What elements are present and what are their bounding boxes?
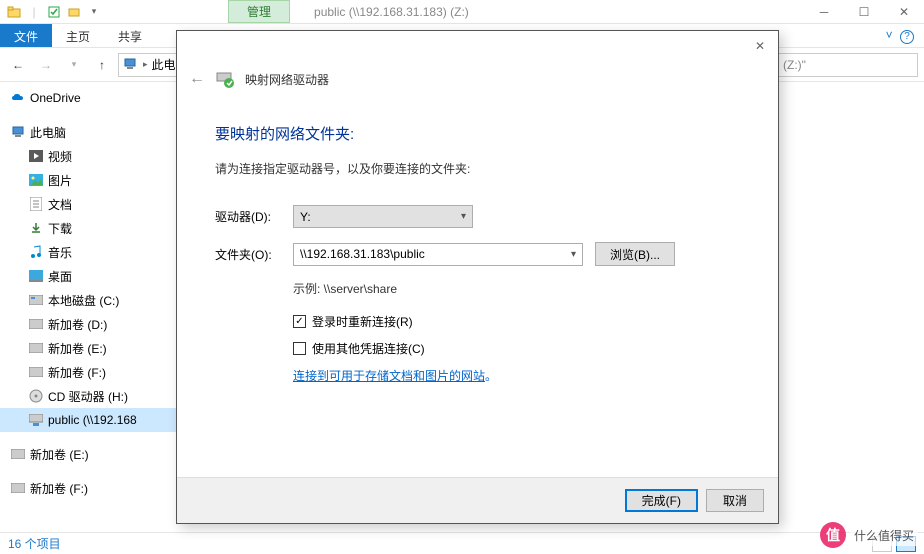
status-item-count: 16 个项目 [8,535,61,552]
search-placeholder-text: (Z:)" [783,58,806,72]
watermark: 值 什么值得买 [820,522,918,548]
quick-access-toolbar: | ▾ [0,4,108,20]
ribbon-expand-button[interactable]: ˅ ? [876,24,924,47]
watermark-badge-icon: 值 [820,522,846,548]
map-network-drive-dialog: ✕ ← 映射网络驱动器 要映射的网络文件夹: 请为连接指定驱动器号，以及你要连接… [176,30,779,524]
tree-documents[interactable]: 文档 [0,192,176,216]
nav-back-button[interactable]: ← [6,53,30,77]
tab-home[interactable]: 主页 [52,24,104,47]
divider-icon: | [26,4,42,20]
dialog-footer: 完成(F) 取消 [177,477,778,523]
network-drive-icon [215,69,235,89]
dialog-header: ← 映射网络驱动器 [177,61,778,97]
network-drive-icon [28,412,44,428]
dialog-close-button[interactable]: ✕ [748,34,772,58]
tree-vol-d[interactable]: 新加卷 (D:) [0,312,176,336]
chevron-down-icon: ▾ [571,249,576,260]
pictures-icon [28,172,44,188]
checkbox-icon[interactable] [46,4,62,20]
disk-icon [28,316,44,332]
search-input[interactable]: (Z:)" [778,53,918,77]
watermark-text: 什么值得买 [850,525,918,546]
tree-desktop[interactable]: 桌面 [0,264,176,288]
nav-history-dropdown[interactable]: ▾ [62,53,86,77]
disk-icon [28,292,44,308]
example-text: 示例: \\server\share [293,280,740,297]
folder-input[interactable]: \\192.168.31.183\public ▾ [293,243,583,266]
minimize-button[interactable]: ─ [804,0,844,24]
tree-localdisk-c[interactable]: 本地磁盘 (C:) [0,288,176,312]
dialog-title: 映射网络驱动器 [245,71,329,88]
tree-videos[interactable]: 视频 [0,144,176,168]
folder-row: 文件夹(O): \\192.168.31.183\public ▾ 浏览(B).… [215,242,740,266]
dialog-back-button[interactable]: ← [189,70,205,88]
disk-icon [10,446,26,462]
breadcrumb-text: 此电 [152,56,176,73]
drive-row: 驱动器(D): Y: ▾ [215,205,740,228]
tree-downloads[interactable]: 下载 [0,216,176,240]
credentials-checkbox-row[interactable]: 使用其他凭据连接(C) [293,340,740,357]
credentials-label: 使用其他凭据连接(C) [312,340,425,357]
nav-forward-button[interactable]: → [34,53,58,77]
cancel-button[interactable]: 取消 [706,489,764,512]
tree-vol-f[interactable]: 新加卷 (F:) [0,360,176,384]
cdrom-icon [28,388,44,404]
maximize-button[interactable]: ☐ [844,0,884,24]
video-icon [28,148,44,164]
tree-vol-e-root[interactable]: 新加卷 (E:) [0,442,176,466]
tree-cdrom[interactable]: CD 驱动器 (H:) [0,384,176,408]
website-link[interactable]: 连接到可用于存储文档和图片的网站 [293,369,485,383]
titlebar: | ▾ 管理 public (\\192.168.31.183) (Z:) ─ … [0,0,924,24]
reconnect-checkbox-row[interactable]: ✓ 登录时重新连接(R) [293,313,740,330]
chevron-down-icon: ▾ [461,211,466,222]
dialog-heading: 要映射的网络文件夹: [215,123,740,144]
dialog-instruction: 请为连接指定驱动器号，以及你要连接的文件夹: [215,160,740,177]
dialog-titlebar: ✕ [177,31,778,61]
folder-label: 文件夹(O): [215,246,293,263]
cloud-icon [10,90,26,106]
help-icon[interactable]: ? [900,30,914,44]
folder-small-icon[interactable] [66,4,82,20]
tree-vol-f-root[interactable]: 新加卷 (F:) [0,476,176,500]
documents-icon [28,196,44,212]
finish-button[interactable]: 完成(F) [625,489,698,512]
browse-button[interactable]: 浏览(B)... [595,242,675,266]
window-controls: ─ ☐ ✕ [804,0,924,24]
website-link-row: 连接到可用于存储文档和图片的网站。 [293,367,740,384]
computer-icon [10,124,26,140]
statusbar: 16 个项目 [0,532,924,554]
checkbox-checked-icon[interactable]: ✓ [293,315,306,328]
tree-music[interactable]: 音乐 [0,240,176,264]
tab-share[interactable]: 共享 [104,24,156,47]
tree-pictures[interactable]: 图片 [0,168,176,192]
folder-icon [6,4,22,20]
reconnect-label: 登录时重新连接(R) [312,313,413,330]
music-icon [28,244,44,260]
tree-vol-e[interactable]: 新加卷 (E:) [0,336,176,360]
management-tab[interactable]: 管理 [228,0,290,23]
tree-thispc[interactable]: 此电脑 [0,120,176,144]
tree-onedrive[interactable]: OneDrive [0,86,176,110]
desktop-icon [28,268,44,284]
dialog-body: 要映射的网络文件夹: 请为连接指定驱动器号，以及你要连接的文件夹: 驱动器(D)… [177,97,778,384]
nav-tree: OneDrive 此电脑 视频 图片 文档 下载 音乐 桌面 本地磁盘 (C:)… [0,82,176,530]
downloads-icon [28,220,44,236]
disk-icon [28,340,44,356]
window-title: public (\\192.168.31.183) (Z:) [314,5,469,19]
computer-icon [123,57,139,73]
disk-icon [28,364,44,380]
disk-icon [10,480,26,496]
drive-label: 驱动器(D): [215,208,293,225]
tree-public-z[interactable]: public (\\192.168 [0,408,176,432]
checkbox-unchecked-icon[interactable] [293,342,306,355]
nav-up-button[interactable]: ↑ [90,53,114,77]
drive-select[interactable]: Y: ▾ [293,205,473,228]
qat-dropdown-icon[interactable]: ▾ [86,4,102,20]
tab-file[interactable]: 文件 [0,24,52,47]
close-button[interactable]: ✕ [884,0,924,24]
